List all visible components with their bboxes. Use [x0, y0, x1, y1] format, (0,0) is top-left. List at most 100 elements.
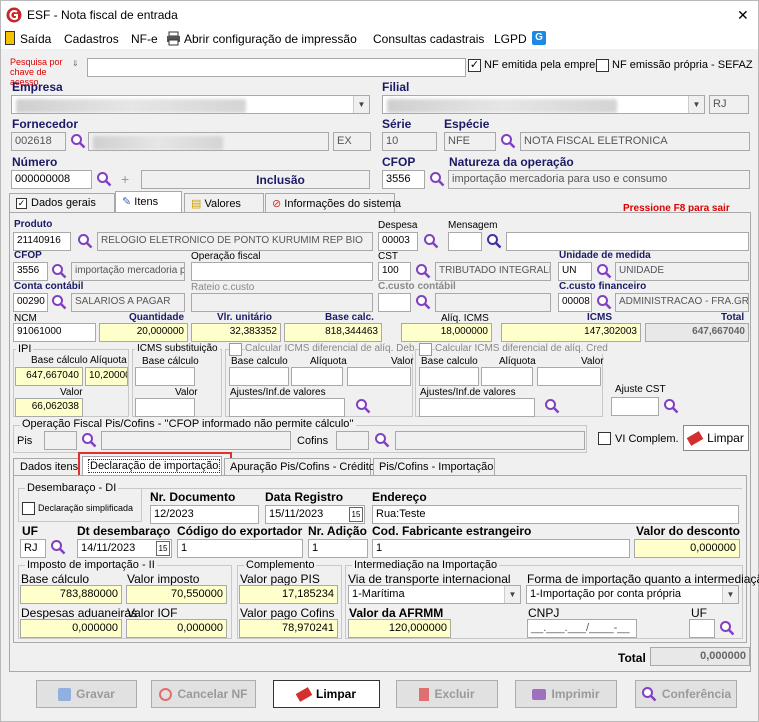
pesquisa-input[interactable]	[87, 58, 466, 77]
nf-emitida-checkbox[interactable]: ✓	[468, 59, 481, 72]
fornecedor-search-icon[interactable]	[70, 133, 86, 149]
difal-deb-search-icon[interactable]	[355, 398, 371, 414]
menu-abrir-config[interactable]: Abrir configuração de impressão	[184, 32, 357, 46]
menu-consultas[interactable]: Consultas cadastrais	[373, 32, 484, 46]
close-icon[interactable]: ✕	[737, 7, 749, 24]
simplificada-checkbox[interactable]	[22, 502, 35, 515]
produto-search-icon[interactable]	[77, 233, 93, 249]
conferencia-button[interactable]: Conferência	[635, 680, 737, 708]
vlr-input[interactable]: 32,383352	[191, 323, 281, 342]
cfop-search-icon[interactable]	[429, 171, 445, 187]
vi-complem-checkbox[interactable]	[598, 432, 611, 445]
ii-valor-input[interactable]: 70,550000	[126, 585, 227, 604]
ccusto-fin-code[interactable]: 00008	[558, 293, 592, 312]
tab-informacoes[interactable]: ⊘ Informações do sistema	[265, 193, 401, 213]
empresa-select[interactable]: ▼	[11, 95, 370, 114]
subtab-apuracao[interactable]: Apuração Pis/Cofins - Crédito	[224, 458, 375, 476]
difal-cred-search-icon[interactable]	[544, 398, 560, 414]
di-uf-search-icon[interactable]	[50, 539, 66, 555]
ajuste-cst-search-icon[interactable]	[663, 398, 679, 414]
ccusto-fin-search-icon[interactable]	[596, 294, 612, 310]
cst-input[interactable]: 100	[378, 262, 411, 281]
conta-code[interactable]: 00290	[13, 293, 48, 312]
difal-cred-checkbox[interactable]	[419, 343, 432, 356]
produto-code[interactable]: 21140916	[13, 232, 71, 251]
via-select[interactable]: 1-Marítima ▼	[348, 585, 521, 604]
serie-input[interactable]: 10	[382, 132, 437, 151]
dtdes-input[interactable]: 14/11/2023 15	[77, 539, 172, 558]
item-cfop-search-icon[interactable]	[51, 263, 67, 279]
especie-search-icon[interactable]	[500, 133, 516, 149]
difal-deb-aliq-input[interactable]	[291, 367, 343, 386]
cofins-search-icon[interactable]	[374, 432, 390, 448]
base-input[interactable]: 818,344463	[284, 323, 382, 342]
ccusto-code[interactable]	[378, 293, 411, 312]
codfab-input[interactable]: 1	[372, 539, 630, 558]
nf-emissao-checkbox[interactable]	[596, 59, 609, 72]
cofins-input[interactable]	[336, 431, 369, 450]
tab-itens[interactable]: ✎ Itens	[115, 191, 182, 213]
unidade-search-icon[interactable]	[596, 263, 612, 279]
endereco-input[interactable]: Rua:Teste	[372, 505, 739, 524]
ncm-input[interactable]: 91061000	[13, 323, 96, 342]
ipi-valor-input[interactable]: 66,062038	[15, 398, 83, 417]
ii-iof-input[interactable]: 0,000000	[126, 619, 227, 638]
conta-search-icon[interactable]	[51, 294, 67, 310]
mensagem-search-icon[interactable]	[486, 233, 502, 249]
difal-deb-base-input[interactable]	[229, 367, 289, 386]
plus-icon[interactable]: +	[121, 171, 129, 187]
icms-input[interactable]: 147,302003	[501, 323, 641, 342]
menu-lgpd[interactable]: LGPD	[494, 32, 527, 46]
unidade-code[interactable]: UN	[558, 262, 592, 281]
numero-input[interactable]: 000000008	[11, 170, 92, 189]
forma-select[interactable]: 1-Importação por conta própria ▼	[526, 585, 739, 604]
dtdes-calendar-icon[interactable]: 15	[156, 541, 170, 556]
compl-cofins-input[interactable]: 78,970241	[239, 619, 338, 638]
especie-code[interactable]: NFE	[444, 132, 496, 151]
tab-valores[interactable]: ▤ Valores	[184, 193, 264, 213]
ccusto-search-icon[interactable]	[415, 294, 431, 310]
pis-search-icon[interactable]	[81, 432, 97, 448]
tab-dados-gerais[interactable]: ✓ Dados gerais	[9, 193, 115, 213]
difal-cred-ajustes-input[interactable]	[419, 398, 535, 417]
di-uf-input[interactable]: RJ	[20, 539, 46, 558]
item-cfop-input[interactable]: 3556	[13, 262, 48, 281]
qtd-input[interactable]: 20,000000	[99, 323, 188, 342]
limpar-button[interactable]: Limpar	[273, 680, 380, 708]
cst-search-icon[interactable]	[415, 263, 431, 279]
icms-st-valor-input[interactable]	[135, 398, 195, 417]
difal-cred-valor-input[interactable]	[537, 367, 601, 386]
difal-deb-checkbox[interactable]	[229, 343, 242, 356]
difal-cred-base-input[interactable]	[419, 367, 479, 386]
nrdoc-input[interactable]: 12/2023	[150, 505, 259, 524]
numero-search-icon[interactable]	[96, 171, 112, 187]
aliq-input[interactable]: 18,000000	[401, 323, 492, 342]
vldesc-input[interactable]: 0,000000	[634, 539, 740, 558]
compl-pis-input[interactable]: 17,185234	[239, 585, 338, 604]
cancelar-button[interactable]: Cancelar NF	[151, 680, 256, 708]
despesa-search-icon[interactable]	[423, 233, 439, 249]
difal-deb-valor-input[interactable]	[347, 367, 411, 386]
mensagem-input[interactable]	[448, 232, 482, 251]
ipi-base-input[interactable]: 647,667040	[15, 367, 83, 386]
intermed-uf-input[interactable]	[689, 619, 715, 638]
pis-input[interactable]	[44, 431, 77, 450]
cnpj-input[interactable]: __.___.___/____-__	[527, 619, 637, 638]
codexp-input[interactable]: 1	[177, 539, 303, 558]
menu-nfe[interactable]: NF-e	[131, 32, 158, 46]
despesa-input[interactable]: 00003	[378, 232, 418, 251]
cfop-input[interactable]: 3556	[382, 170, 425, 189]
difal-cred-aliq-input[interactable]	[481, 367, 533, 386]
subtab-dados-itens[interactable]: Dados itens	[13, 458, 80, 476]
intermed-uf-search-icon[interactable]	[719, 620, 735, 636]
gravar-button[interactable]: Gravar	[36, 680, 137, 708]
icms-st-base-input[interactable]	[135, 367, 195, 386]
operacao-input[interactable]	[191, 262, 373, 281]
menu-cadastros[interactable]: Cadastros	[64, 32, 119, 46]
ajuste-cst-input[interactable]	[611, 397, 659, 416]
subtab-piscofins-imp[interactable]: Pis/Cofins - Importação	[373, 458, 495, 476]
nradic-input[interactable]: 1	[308, 539, 368, 558]
fornecedor-code[interactable]: 002618	[11, 132, 66, 151]
imprimir-button[interactable]: Imprimir	[515, 680, 617, 708]
ipi-aliq-input[interactable]: 10,200000	[85, 367, 128, 386]
